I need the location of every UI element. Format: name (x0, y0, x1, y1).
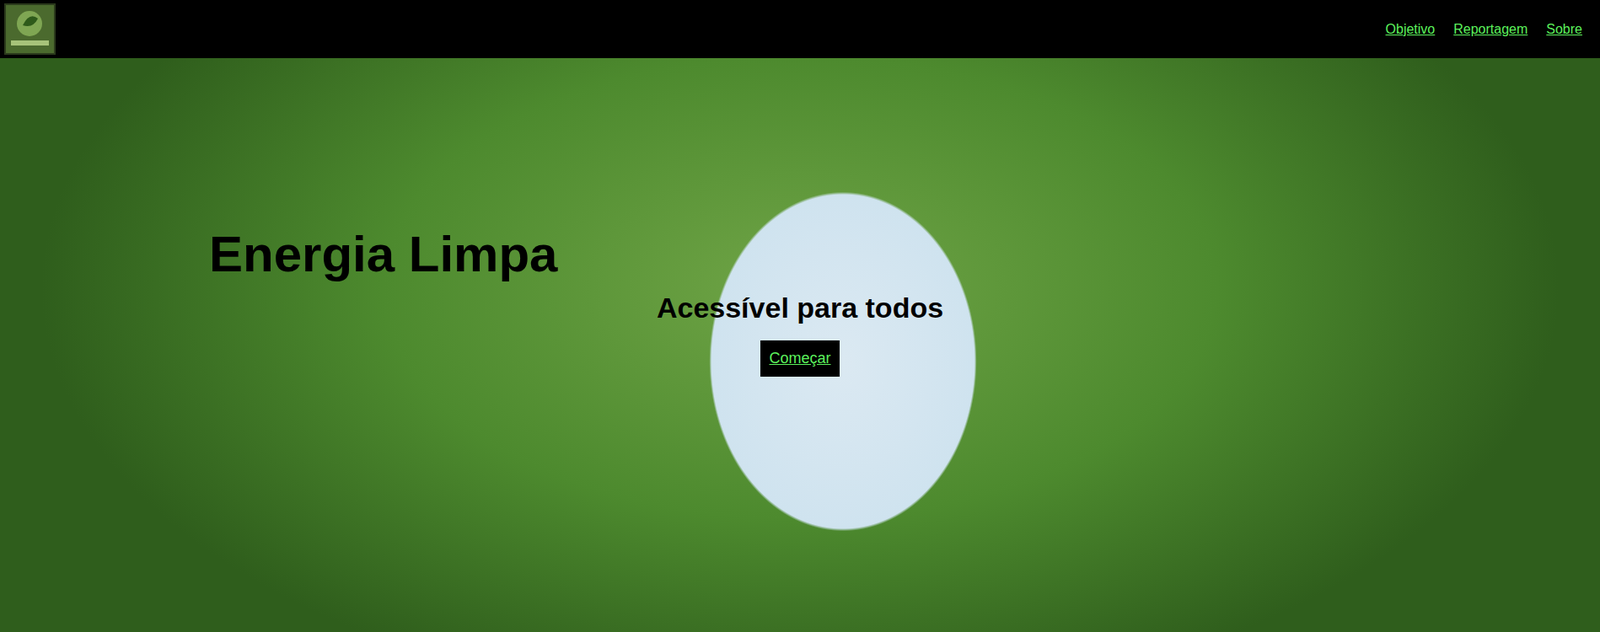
hero-subtitle: Acessível para todos (0, 290, 1600, 326)
hero-title: Energia Limpa (209, 226, 1600, 283)
main-nav: ObjetivoReportagemSobre (1376, 19, 1592, 40)
logo[interactable] (4, 3, 56, 55)
logo-icon (4, 3, 56, 55)
nav-link[interactable]: Objetivo (1376, 19, 1445, 40)
nav-link[interactable]: Reportagem (1444, 19, 1537, 40)
start-button[interactable]: Começar (760, 340, 839, 377)
site-header: ObjetivoReportagemSobre (0, 0, 1600, 59)
nav-link[interactable]: Sobre (1536, 19, 1592, 40)
hero: Energia Limpa Acessível para todos Começ… (0, 58, 1600, 632)
